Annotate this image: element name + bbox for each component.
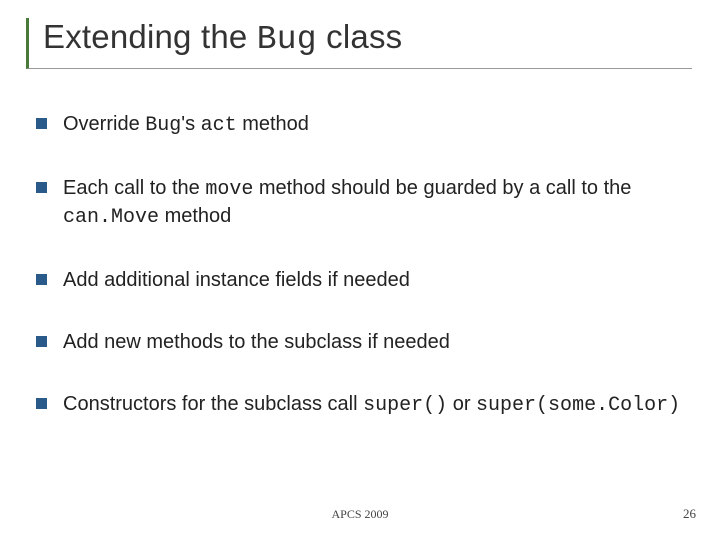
- bullet-list: Override Bug's act methodEach call to th…: [28, 111, 692, 419]
- code-text: super(): [363, 394, 447, 417]
- code-text: act: [201, 114, 237, 137]
- title-prefix: Extending the: [43, 18, 257, 55]
- list-item: Each call to the move method should be g…: [36, 175, 692, 231]
- body-text: or: [447, 393, 476, 415]
- slide: Extending the Bug class Override Bug's a…: [0, 0, 720, 540]
- square-bullet-icon: [36, 182, 47, 193]
- body-text: method: [159, 205, 231, 227]
- body-text: method should be guarded by a call to th…: [253, 177, 631, 199]
- title-suffix: class: [317, 18, 403, 55]
- list-item: Add additional instance fields if needed: [36, 267, 692, 293]
- square-bullet-icon: [36, 398, 47, 409]
- body-text: Add additional instance fields if needed: [63, 269, 410, 291]
- bullet-text: Add new methods to the subclass if neede…: [63, 329, 450, 355]
- list-item: Constructors for the subclass call super…: [36, 391, 692, 419]
- body-text: Each call to the: [63, 177, 205, 199]
- bullet-text: Add additional instance fields if needed: [63, 267, 410, 293]
- body-text: 's: [181, 113, 200, 135]
- code-text: Bug: [145, 114, 181, 137]
- square-bullet-icon: [36, 274, 47, 285]
- square-bullet-icon: [36, 118, 47, 129]
- code-text: can.Move: [63, 206, 159, 229]
- square-bullet-icon: [36, 336, 47, 347]
- body-text: Override: [63, 113, 145, 135]
- bullet-text: Constructors for the subclass call super…: [63, 391, 680, 419]
- page-number: 26: [683, 506, 696, 522]
- title-rule: Extending the Bug class: [26, 18, 692, 69]
- list-item: Add new methods to the subclass if neede…: [36, 329, 692, 355]
- bullet-text: Each call to the move method should be g…: [63, 175, 692, 231]
- code-text: move: [205, 178, 253, 201]
- code-text: super(some.Color): [476, 394, 680, 417]
- bullet-text: Override Bug's act method: [63, 111, 309, 139]
- body-text: method: [237, 113, 309, 135]
- footer-center: APCS 2009: [0, 507, 720, 522]
- body-text: Constructors for the subclass call: [63, 393, 363, 415]
- slide-title: Extending the Bug class: [43, 18, 692, 58]
- title-code: Bug: [257, 21, 317, 58]
- list-item: Override Bug's act method: [36, 111, 692, 139]
- body-text: Add new methods to the subclass if neede…: [63, 331, 450, 353]
